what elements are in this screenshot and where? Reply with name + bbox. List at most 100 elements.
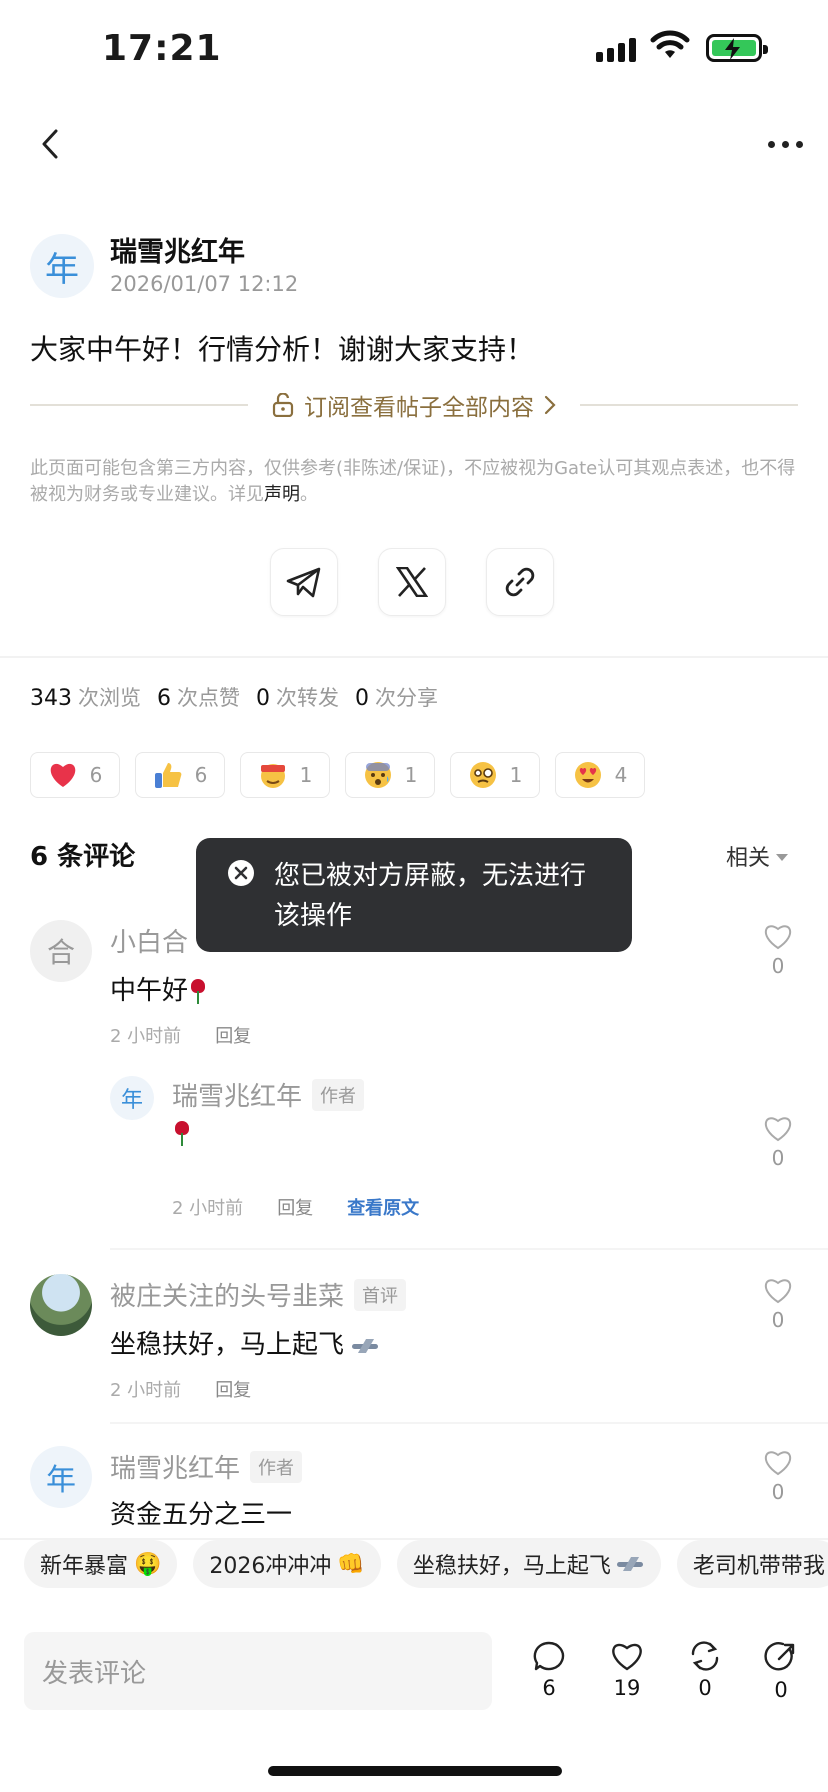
comment-text: 坐稳扶好，马上起飞	[110, 1324, 380, 1361]
quick-reply-chip[interactable]: 2026冲冲冲 👊	[193, 1540, 381, 1588]
comment-meta: 2 小时前 回复	[110, 1022, 251, 1048]
more-icon	[767, 140, 775, 148]
blocked-toast: 您已被对方屏蔽，无法进行该操作	[196, 838, 632, 952]
comment-avatar[interactable]: 合	[30, 920, 92, 982]
battery-icon	[706, 34, 768, 62]
reaction-dizzy-face[interactable]: 1	[450, 752, 540, 798]
x-icon	[396, 567, 428, 597]
repost-icon	[691, 1641, 719, 1671]
comment-avatar[interactable]: 年	[30, 1446, 92, 1508]
post-stats: 343 次浏览 6 次点赞 0 次转发 0 次分享	[30, 682, 438, 712]
stat-shares: 0 次分享	[355, 686, 438, 711]
stat-reposts: 0 次转发	[256, 686, 339, 711]
fist-icon: 👊	[337, 1551, 365, 1577]
comment-meta: 2 小时前 回复 查看原文	[172, 1194, 419, 1220]
reaction-thumbs-up[interactable]: 6	[135, 752, 225, 798]
unlock-icon	[272, 393, 294, 417]
comment-avatar[interactable]	[30, 1274, 92, 1336]
wifi-icon	[650, 30, 690, 58]
stat-views: 343 次浏览	[30, 686, 141, 711]
airplane-icon	[616, 1557, 645, 1571]
caret-down-icon	[776, 853, 789, 861]
heart-outline-icon	[765, 1279, 791, 1304]
comments-count: 6 条评论	[30, 842, 136, 872]
reply-button[interactable]: 回复	[215, 1022, 251, 1048]
status-bar: 17:21	[0, 0, 828, 100]
link-icon	[505, 567, 535, 597]
telegram-icon	[286, 567, 321, 598]
comment-icon	[533, 1641, 565, 1671]
divider	[110, 1248, 828, 1250]
comment-author[interactable]: 小白合	[110, 922, 188, 959]
comment-input[interactable]: 发表评论	[24, 1632, 492, 1710]
comment-like-button[interactable]: 0	[758, 1448, 798, 1504]
comment-author[interactable]: 瑞雪兆红年 作者	[172, 1076, 365, 1113]
share-action-button[interactable]: 0	[756, 1640, 806, 1702]
share-icon	[764, 1642, 795, 1671]
comment-meta: 2 小时前 回复	[110, 1376, 251, 1402]
share-row	[270, 548, 554, 616]
subscribe-row: 订阅查看帖子全部内容	[30, 388, 798, 422]
comment-text: 资金五分之三一	[110, 1500, 293, 1530]
heart-eyes-icon	[574, 762, 601, 788]
heart-outline-icon	[765, 1451, 791, 1476]
comment-text: 中午好	[110, 970, 208, 1007]
quick-reply-chip[interactable]: 新年暴富 🤑	[24, 1540, 178, 1588]
chevron-right-icon	[544, 395, 556, 415]
comment-like-button[interactable]: 0	[758, 922, 798, 978]
heart-outline-icon	[765, 925, 791, 950]
status-time: 17:21	[102, 28, 222, 69]
stat-likes: 6 次点赞	[157, 686, 240, 711]
quick-reply-row: 新年暴富 🤑 2026冲冲冲 👊 坐稳扶好，马上起飞 老司机带带我	[0, 1540, 828, 1602]
back-button[interactable]	[30, 124, 70, 164]
money-mouth-icon: 🤑	[134, 1551, 162, 1577]
reaction-heart[interactable]: 6	[30, 752, 120, 798]
reaction-anxious-face[interactable]: 1	[345, 752, 435, 798]
sort-dropdown[interactable]: 相关	[726, 840, 789, 872]
post-date: 2026/01/07 12:12	[110, 272, 299, 296]
subscribe-link[interactable]: 订阅查看帖子全部内容	[248, 388, 580, 422]
reaction-heart-eyes[interactable]: 4	[555, 752, 645, 798]
share-x-button[interactable]	[378, 548, 446, 616]
reaction-bar: 6 6 1 1 1 4	[30, 752, 645, 798]
toast-message: 您已被对方屏蔽，无法进行该操作	[274, 861, 587, 931]
comment-action-button[interactable]: 6	[524, 1640, 574, 1700]
reaction-money-face[interactable]: 1	[240, 752, 330, 798]
author-tag: 作者	[312, 1078, 365, 1111]
reply-button[interactable]: 回复	[277, 1194, 313, 1220]
comment-author[interactable]: 瑞雪兆红年 作者	[110, 1448, 303, 1485]
comment-like-button[interactable]: 0	[758, 1276, 798, 1332]
like-action-button[interactable]: 19	[602, 1640, 652, 1700]
quick-reply-chip[interactable]: 坐稳扶好，马上起飞	[396, 1540, 661, 1588]
money-face-icon	[260, 764, 285, 788]
home-indicator	[268, 1766, 562, 1776]
author-name[interactable]: 瑞雪兆红年	[110, 230, 245, 269]
airplane-icon	[352, 1339, 380, 1353]
comment-text	[172, 1118, 192, 1148]
heart-icon	[50, 763, 75, 787]
comment-author[interactable]: 被庄关注的头号韭菜 首评	[110, 1276, 407, 1313]
repost-action-button[interactable]: 0	[680, 1640, 730, 1700]
view-original-link[interactable]: 查看原文	[347, 1194, 419, 1220]
disclaimer: 此页面可能包含第三方内容，仅供参考(非陈述/保证)，不应被视为Gate认可其观点…	[30, 458, 796, 505]
disclaimer-link[interactable]: 声明	[264, 484, 300, 505]
rose-icon	[172, 1120, 192, 1147]
comment-avatar[interactable]: 年	[110, 1076, 154, 1120]
dizzy-face-icon	[469, 762, 496, 788]
heart-outline-icon	[765, 1117, 791, 1142]
subscribe-label: 订阅查看帖子全部内容	[304, 395, 534, 421]
more-options-button[interactable]	[760, 124, 810, 164]
quick-reply-chip[interactable]: 老司机带带我	[676, 1540, 828, 1588]
reply-button[interactable]: 回复	[215, 1376, 251, 1402]
comment-like-button[interactable]: 0	[758, 1114, 798, 1170]
author-tag: 作者	[250, 1450, 303, 1483]
cellular-signal-icon	[596, 34, 636, 62]
heart-icon	[612, 1643, 642, 1671]
anxious-face-icon	[364, 762, 391, 788]
share-telegram-button[interactable]	[270, 548, 338, 616]
post-text: 大家中午好！行情分析！谢谢大家支持！	[30, 333, 535, 366]
author-avatar[interactable]: 年	[30, 234, 94, 298]
close-circle-icon	[228, 860, 254, 886]
copy-link-button[interactable]	[486, 548, 554, 616]
divider	[110, 1422, 828, 1424]
